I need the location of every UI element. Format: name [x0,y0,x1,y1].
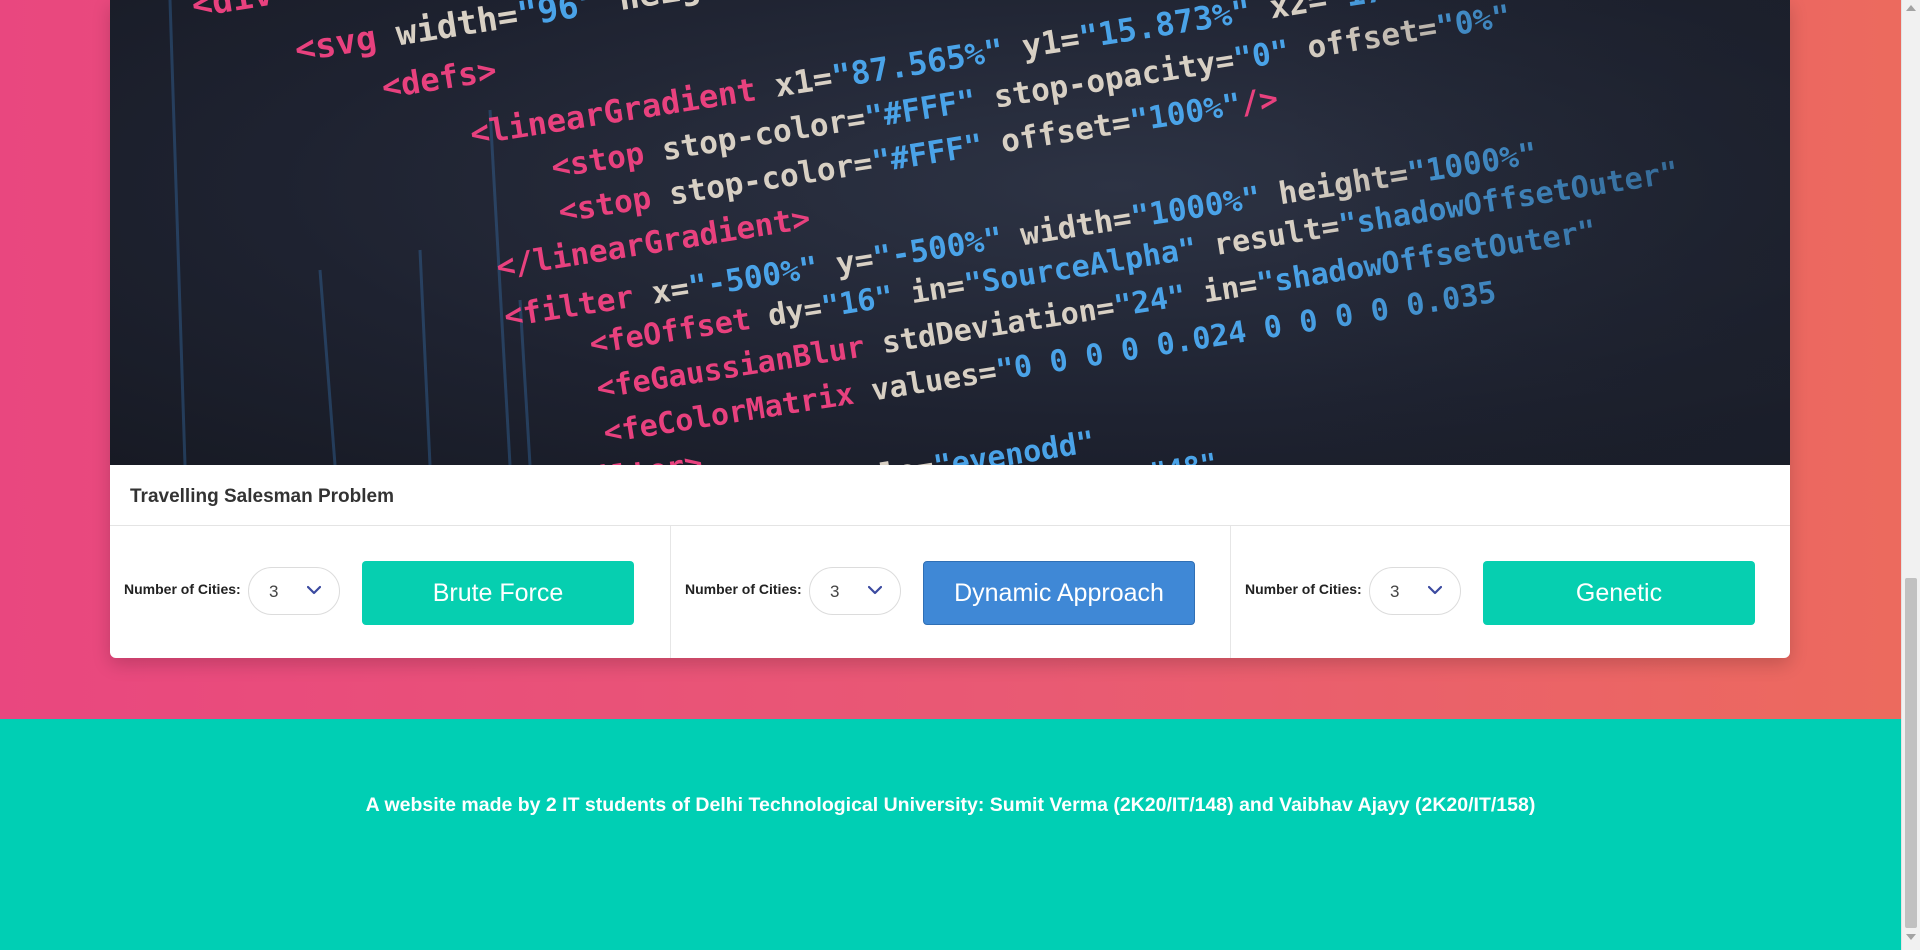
cities-select[interactable]: 3 [248,567,340,615]
tsp-card: <div class="media-object" <svg width="96… [110,0,1790,658]
cities-select-value: 3 [269,582,279,601]
cities-select-value: 3 [1390,582,1400,601]
cities-select[interactable]: 3 [1369,567,1461,615]
scroll-down-arrow-icon[interactable] [1906,934,1916,940]
hero-image: <div class="media-object" <svg width="96… [110,0,1790,465]
brute-force-button[interactable]: Brute Force [362,561,634,625]
genetic-button[interactable]: Genetic [1483,561,1755,625]
cities-label: Number of Cities: [685,581,802,597]
card-title: Travelling Salesman Problem [130,486,394,507]
footer-credits: A website made by 2 IT students of Delhi… [365,794,1536,816]
cities-label: Number of Cities: [1245,581,1362,597]
footer: A website made by 2 IT students of Delhi… [0,719,1901,950]
cities-select-value: 3 [830,582,840,601]
panel-genetic: Number of Cities: 3 Genetic [1230,526,1790,658]
dynamic-approach-button[interactable]: Dynamic Approach [923,561,1195,625]
chevron-down-icon [307,585,321,595]
chevron-down-icon [1428,585,1442,595]
cities-select[interactable]: 3 [809,567,901,615]
cities-label: Number of Cities: [124,581,241,597]
chevron-down-icon [868,585,882,595]
panel-brute-force: Number of Cities: 3 Brute Force [110,526,670,658]
code-image-graphic: <div class="media-object" <svg width="96… [110,0,1790,465]
panel-dynamic-approach: Number of Cities: 3 Dynamic Approach [670,526,1231,658]
page-scrollbar[interactable] [1901,0,1920,950]
scroll-thumb[interactable] [1905,578,1917,928]
scroll-up-arrow-icon[interactable] [1906,5,1916,11]
